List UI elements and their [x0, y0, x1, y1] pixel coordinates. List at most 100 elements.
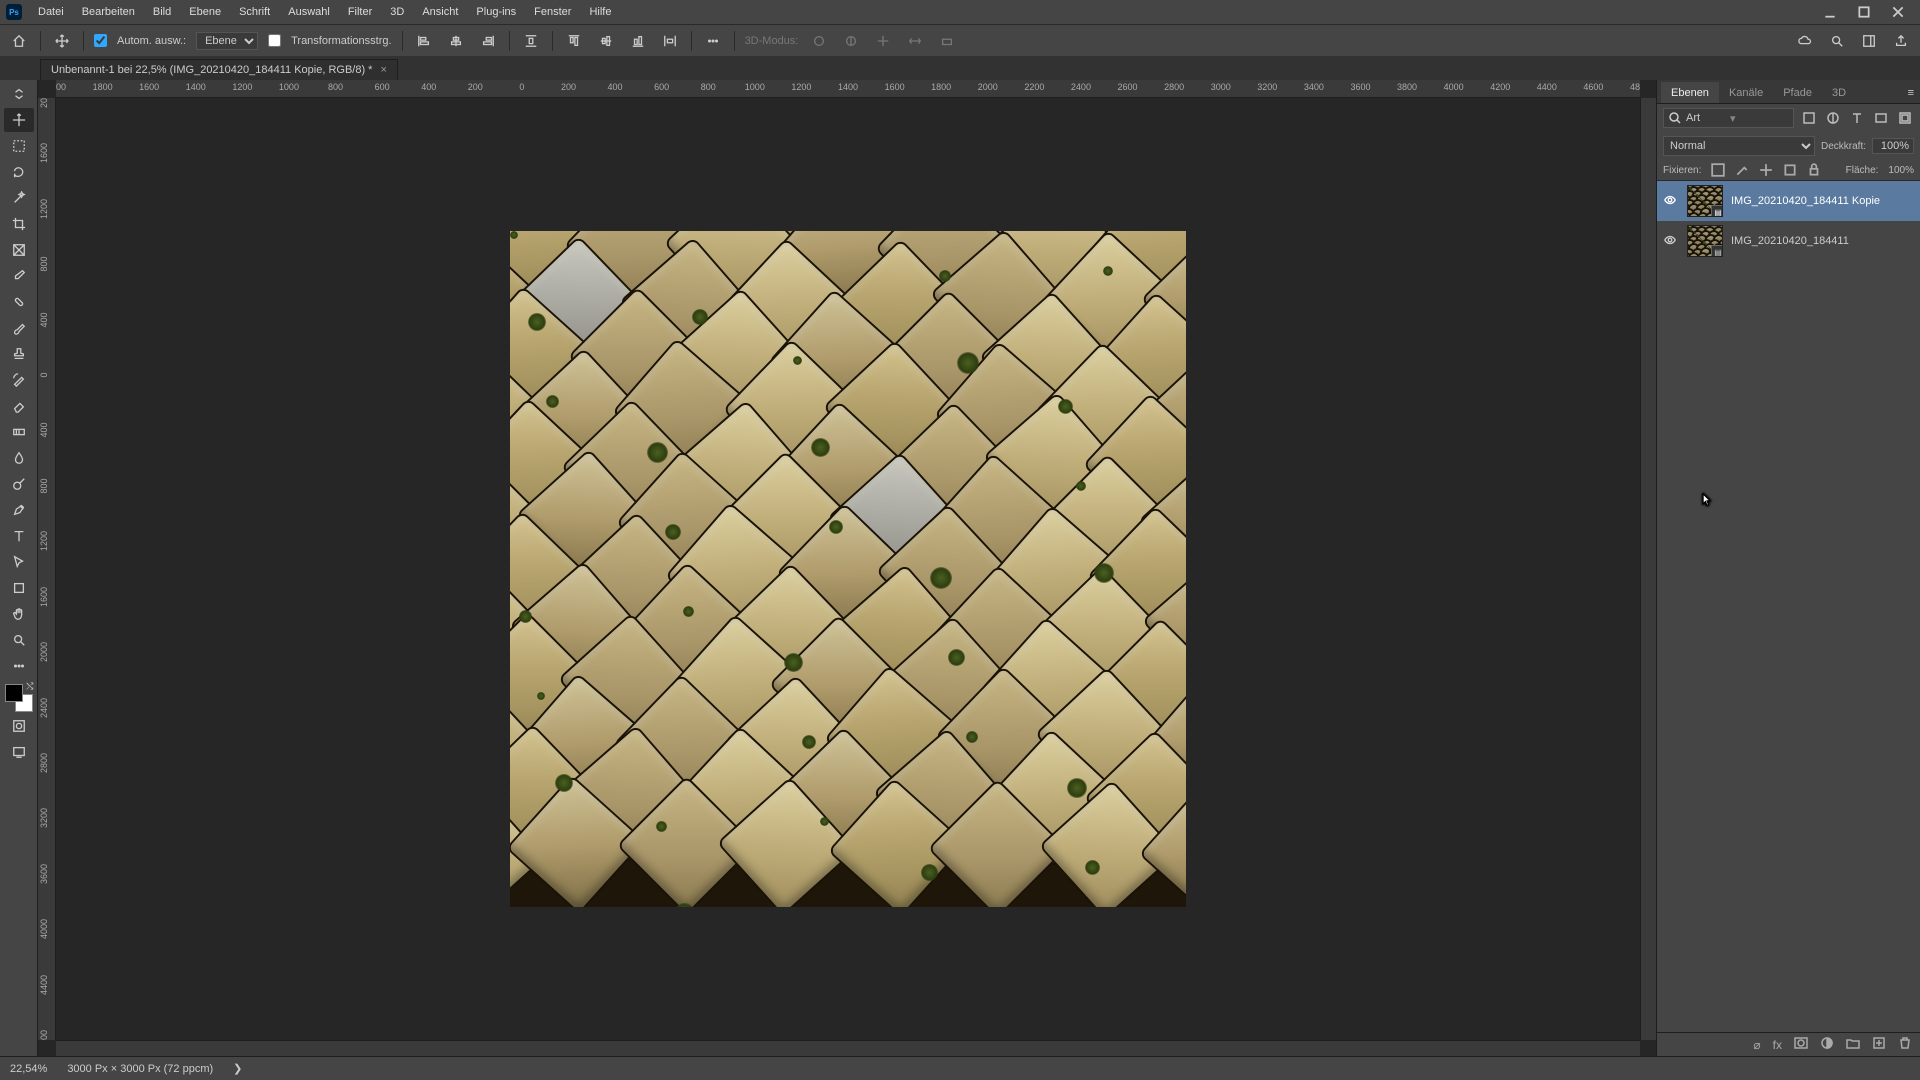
- stamp-tool[interactable]: [4, 342, 34, 366]
- zoom-level[interactable]: 22,54%: [10, 1063, 47, 1075]
- tab-kanaele[interactable]: Kanäle: [1719, 82, 1773, 103]
- panel-menu-icon[interactable]: ≡: [1902, 83, 1920, 103]
- fill-value[interactable]: 100%: [1888, 165, 1914, 176]
- visibility-toggle-icon[interactable]: [1663, 233, 1679, 250]
- move-tool[interactable]: [4, 108, 34, 132]
- horizontal-ruler[interactable]: 2000180016001400120010008006004002000200…: [56, 80, 1640, 98]
- filter-shape-icon[interactable]: [1872, 109, 1890, 127]
- dodge-tool[interactable]: [4, 472, 34, 496]
- distribute-h-icon[interactable]: [520, 30, 542, 52]
- lock-position-icon[interactable]: [1759, 163, 1773, 177]
- layer-fx-icon[interactable]: fx: [1773, 1038, 1782, 1052]
- menu-datei[interactable]: Datei: [30, 3, 72, 21]
- layer-row[interactable]: ▤ IMG_20210420_184411 Kopie: [1657, 181, 1920, 221]
- opacity-value[interactable]: 100%: [1872, 138, 1914, 154]
- tab-pfade[interactable]: Pfade: [1773, 82, 1822, 103]
- zoom-tool[interactable]: [4, 628, 34, 652]
- share-icon[interactable]: [1890, 30, 1912, 52]
- auto-select-target-dropdown[interactable]: Ebene: [196, 32, 258, 50]
- filter-type-icon[interactable]: [1848, 109, 1866, 127]
- crop-tool[interactable]: [4, 212, 34, 236]
- foreground-color-swatch[interactable]: [5, 684, 23, 702]
- path-select-tool[interactable]: [4, 550, 34, 574]
- layer-filter-input[interactable]: [1686, 112, 1726, 124]
- gradient-tool[interactable]: [4, 420, 34, 444]
- filter-smart-icon[interactable]: [1896, 109, 1914, 127]
- lock-pixels-icon[interactable]: [1735, 163, 1749, 177]
- transform-controls-checkbox[interactable]: [268, 34, 281, 47]
- add-mask-icon[interactable]: [1794, 1036, 1808, 1053]
- adjustment-layer-icon[interactable]: [1820, 1036, 1834, 1053]
- screenmode-tool[interactable]: [4, 740, 34, 764]
- eyedropper-tool[interactable]: [4, 264, 34, 288]
- workspace-icon[interactable]: [1858, 30, 1880, 52]
- shape-tool[interactable]: [4, 576, 34, 600]
- link-layers-icon[interactable]: ⌀: [1753, 1038, 1760, 1052]
- layer-row[interactable]: ▤ IMG_20210420_184411: [1657, 221, 1920, 261]
- vertical-ruler[interactable]: 2000160012008004000400800120016002000240…: [38, 98, 56, 1040]
- lasso-tool[interactable]: [4, 160, 34, 184]
- marquee-tool[interactable]: [4, 134, 34, 158]
- menu-filter[interactable]: Filter: [340, 3, 380, 21]
- window-minimize-button[interactable]: [1814, 2, 1846, 22]
- menu-ansicht[interactable]: Ansicht: [414, 3, 466, 21]
- layer-name[interactable]: IMG_20210420_184411 Kopie: [1731, 195, 1880, 207]
- window-close-button[interactable]: [1882, 2, 1914, 22]
- new-layer-icon[interactable]: [1872, 1036, 1886, 1053]
- window-restore-button[interactable]: [1848, 2, 1880, 22]
- group-icon[interactable]: [1846, 1036, 1860, 1053]
- delete-layer-icon[interactable]: [1898, 1036, 1912, 1053]
- search-icon[interactable]: [1826, 30, 1848, 52]
- layer-thumbnail[interactable]: ▤: [1687, 185, 1723, 217]
- menu-plugins[interactable]: Plug-ins: [468, 3, 524, 21]
- document-tab[interactable]: Unbenannt-1 bei 22,5% (IMG_20210420_1844…: [40, 59, 398, 80]
- canvas-viewport[interactable]: [56, 98, 1640, 1040]
- align-hcenter-icon[interactable]: [445, 30, 467, 52]
- cloud-docs-icon[interactable]: [1794, 30, 1816, 52]
- home-icon[interactable]: [8, 30, 30, 52]
- menu-auswahl[interactable]: Auswahl: [280, 3, 338, 21]
- tab-ebenen[interactable]: Ebenen: [1661, 82, 1719, 103]
- filter-adjust-icon[interactable]: [1824, 109, 1842, 127]
- hand-tool[interactable]: [4, 602, 34, 626]
- filter-pixel-icon[interactable]: [1800, 109, 1818, 127]
- pen-tool[interactable]: [4, 498, 34, 522]
- menu-schrift[interactable]: Schrift: [231, 3, 278, 21]
- tab-3d[interactable]: 3D: [1822, 82, 1856, 103]
- layer-thumbnail[interactable]: ▤: [1687, 225, 1723, 257]
- canvas-image[interactable]: [510, 231, 1186, 907]
- type-tool[interactable]: [4, 524, 34, 548]
- align-left-icon[interactable]: [413, 30, 435, 52]
- more-align-icon[interactable]: [702, 30, 724, 52]
- distribute-v-icon[interactable]: [659, 30, 681, 52]
- menu-bearbeiten[interactable]: Bearbeiten: [74, 3, 143, 21]
- align-bottom-icon[interactable]: [627, 30, 649, 52]
- lock-all-icon[interactable]: [1807, 163, 1821, 177]
- layer-name[interactable]: IMG_20210420_184411: [1731, 235, 1849, 247]
- align-vcenter-icon[interactable]: [595, 30, 617, 52]
- frame-tool[interactable]: [4, 238, 34, 262]
- menu-3d[interactable]: 3D: [382, 3, 412, 21]
- document-info[interactable]: 3000 Px × 3000 Px (72 ppcm): [67, 1063, 213, 1075]
- vertical-scrollbar[interactable]: [1640, 98, 1656, 1040]
- close-document-icon[interactable]: ×: [380, 64, 386, 76]
- magic-wand-tool[interactable]: [4, 186, 34, 210]
- blur-tool[interactable]: [4, 446, 34, 470]
- lock-transparency-icon[interactable]: [1711, 163, 1725, 177]
- horizontal-scrollbar[interactable]: [56, 1040, 1640, 1056]
- menu-hilfe[interactable]: Hilfe: [581, 3, 619, 21]
- collapse-toolbox-icon[interactable]: [4, 82, 34, 106]
- visibility-toggle-icon[interactable]: [1663, 193, 1679, 210]
- eraser-tool[interactable]: [4, 394, 34, 418]
- swap-colors-icon[interactable]: ⤭: [26, 681, 33, 692]
- menu-fenster[interactable]: Fenster: [526, 3, 579, 21]
- edit-toolbar-icon[interactable]: [4, 654, 34, 678]
- quickmask-tool[interactable]: [4, 714, 34, 738]
- menu-bild[interactable]: Bild: [145, 3, 179, 21]
- align-top-icon[interactable]: [563, 30, 585, 52]
- auto-select-checkbox[interactable]: [94, 34, 107, 47]
- layer-filter-dropdown[interactable]: ▾: [1663, 108, 1794, 128]
- blend-mode-dropdown[interactable]: Normal: [1663, 136, 1815, 156]
- status-chevron-icon[interactable]: ❯: [233, 1062, 242, 1075]
- align-right-icon[interactable]: [477, 30, 499, 52]
